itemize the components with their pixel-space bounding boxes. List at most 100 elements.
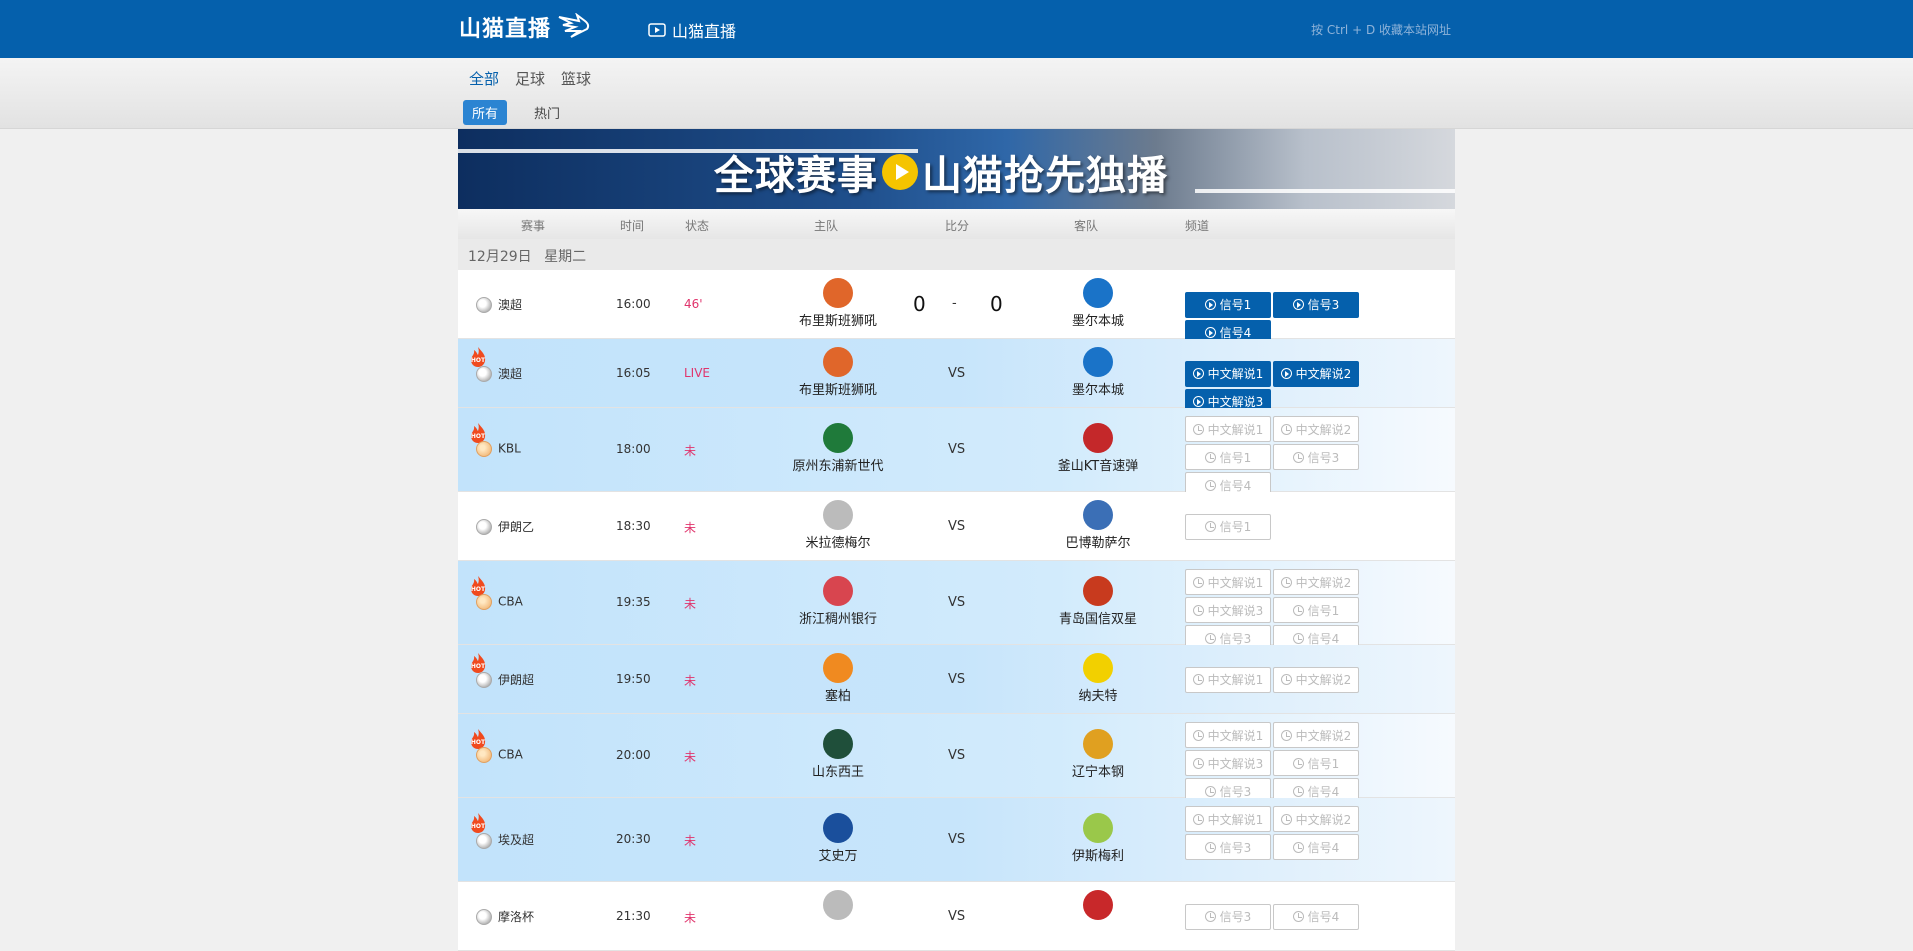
channel-button[interactable]: 信号3 [1185, 903, 1271, 930]
channel-button-label: 信号3 [1219, 784, 1252, 799]
site-logo[interactable]: 山猫直播 [459, 11, 591, 43]
channel-button[interactable]: 中文解说2 [1273, 666, 1359, 693]
channel-button[interactable]: 信号4 [1273, 903, 1359, 930]
clock-icon [1204, 911, 1216, 922]
channel-button[interactable]: 信号3 [1273, 291, 1359, 318]
away-team[interactable]: 辽宁本钢 [1018, 729, 1178, 780]
match-row[interactable]: HOT 埃及超 20:30 未 艾史万 VS 伊斯梅利 中文解说1 中文解说2 信号3… [458, 798, 1455, 882]
date-day: 12月29日 [468, 249, 532, 265]
tab-basketball[interactable]: 篮球 [561, 68, 591, 89]
tab-football[interactable]: 足球 [515, 68, 545, 89]
vs-label: VS [948, 518, 966, 534]
channel-button[interactable]: 中文解说2 [1273, 360, 1359, 387]
away-team[interactable]: 纳夫特 [1018, 652, 1178, 704]
league[interactable]: CBA [476, 747, 523, 763]
channel-button-label: 信号1 [1219, 450, 1252, 465]
match-row[interactable]: HOT KBL 18:00 未 原州东浦新世代 VS 釜山KT音速弹 中文解说1 中文… [458, 408, 1455, 498]
away-team[interactable]: 墨尔本城 [1018, 277, 1178, 329]
channel-button[interactable]: 信号4 [1273, 834, 1359, 860]
channel-button[interactable]: 中文解说1 [1185, 806, 1271, 832]
table-header: 赛事 时间 状态 主队 比分 客队 频道 [458, 209, 1455, 239]
match-row[interactable]: HOT CBA 19:35 未 浙江稠州银行 VS 青岛国信双星 中文解说1 中文解说… [458, 561, 1455, 651]
clock-icon [1192, 423, 1204, 435]
match-row[interactable]: HOT 伊朗超 19:50 未 塞柏 VS 纳夫特 中文解说1 中文解说2 [458, 645, 1455, 714]
league[interactable]: 摩洛杯 [476, 908, 535, 925]
league[interactable]: KBL [476, 441, 521, 457]
match-row[interactable]: HOT CBA 20:00 未 山东西王 VS 辽宁本钢 中文解说1 中文解说2 中文… [458, 714, 1455, 804]
channel-button[interactable]: 中文解说1 [1185, 666, 1271, 693]
channel-button[interactable]: 中文解说2 [1273, 806, 1359, 832]
away-team[interactable]: 伊斯梅利 [1018, 813, 1178, 864]
league-name: 摩洛杯 [498, 909, 535, 924]
channel-button[interactable]: 中文解说2 [1273, 416, 1359, 442]
channel-button[interactable]: 中文解说2 [1273, 569, 1359, 595]
home-team[interactable]: 山东西王 [758, 729, 918, 780]
channel-button-label: 中文解说1 [1207, 812, 1264, 827]
home-team[interactable]: 原州东浦新世代 [758, 423, 918, 474]
home-team[interactable]: 浙江稠州银行 [758, 576, 918, 627]
home-team[interactable]: 米拉德梅尔 [758, 499, 918, 551]
match-status: LIVE [684, 365, 711, 380]
away-team[interactable] [1018, 889, 1178, 922]
channel-button[interactable]: 信号1 [1273, 597, 1359, 623]
filter-hot[interactable]: 热门 [525, 100, 569, 125]
filter-pills: 所有 热门 [463, 100, 569, 125]
match-list: 澳超 16:00 46' 布里斯班狮吼 0 - 0 墨尔本城 信号1 信号3 信号4 HO… [458, 270, 1455, 951]
channel-button[interactable]: 信号1 [1185, 444, 1271, 470]
league[interactable]: 埃及超 [476, 831, 534, 849]
league[interactable]: 伊朗超 [476, 671, 534, 688]
match-row[interactable]: 澳超 16:00 46' 布里斯班狮吼 0 - 0 墨尔本城 信号1 信号3 信号4 [458, 270, 1455, 346]
channel-button[interactable]: 信号3 [1185, 834, 1271, 860]
match-row[interactable]: 伊朗乙 18:30 未 米拉德梅尔 VS 巴博勒萨尔 信号1 [458, 492, 1455, 561]
channel-button[interactable]: 中文解说3 [1185, 750, 1271, 776]
match-row[interactable]: 摩洛杯 21:30 未 VS 信号3 信号4 [458, 882, 1455, 951]
home-team[interactable]: 布里斯班狮吼 [758, 346, 918, 398]
match-status: 未 [684, 444, 697, 458]
match-row[interactable]: HOT 澳超 16:05 LIVE 布里斯班狮吼 VS 墨尔本城 中文解说1 中文解说… [458, 339, 1455, 415]
football-icon [476, 366, 492, 382]
sub-nav: 全部 足球 篮球 所有 热门 [0, 58, 1913, 129]
match-time: 20:30 [616, 832, 651, 846]
away-team[interactable]: 巴博勒萨尔 [1018, 499, 1178, 551]
channel-button[interactable]: 信号1 [1185, 291, 1271, 318]
league[interactable]: CBA [476, 594, 523, 610]
league[interactable]: 伊朗乙 [476, 518, 534, 535]
channel-button[interactable]: 信号3 [1273, 444, 1359, 470]
channel-button[interactable]: 中文解说2 [1273, 722, 1359, 748]
date-weekday: 星期二 [544, 249, 587, 265]
channel-button-label: 信号3 [1307, 298, 1340, 312]
away-team[interactable]: 青岛国信双星 [1018, 576, 1178, 627]
channel-button[interactable]: 中文解说1 [1185, 722, 1271, 748]
football-icon [476, 832, 492, 849]
home-team[interactable]: 布里斯班狮吼 [758, 277, 918, 329]
channel-button[interactable]: 中文解说1 [1185, 360, 1271, 387]
live-link[interactable]: 山猫直播 [648, 18, 736, 42]
away-team[interactable]: 墨尔本城 [1018, 346, 1178, 398]
channel-button-label: 信号3 [1219, 910, 1252, 924]
clock-icon [1204, 785, 1216, 797]
channel-button[interactable]: 中文解说3 [1185, 597, 1271, 623]
match-status: 未 [684, 673, 697, 688]
channel-button[interactable]: 信号1 [1273, 750, 1359, 776]
home-team[interactable] [758, 889, 918, 922]
play-icon [1192, 396, 1204, 407]
home-team[interactable]: 艾史万 [758, 813, 918, 864]
home-team[interactable]: 塞柏 [758, 652, 918, 704]
league[interactable]: 澳超 [476, 365, 522, 382]
away-team-logo-icon [1083, 652, 1113, 683]
channel-button-label: 信号3 [1219, 631, 1252, 646]
channel-button[interactable]: 中文解说1 [1185, 569, 1271, 595]
channel-button-label: 中文解说2 [1295, 728, 1352, 743]
tab-all[interactable]: 全部 [469, 68, 499, 89]
channel-button[interactable]: 信号1 [1185, 513, 1271, 540]
league-name: CBA [498, 747, 523, 762]
league[interactable]: 澳超 [476, 296, 522, 313]
away-team[interactable]: 釜山KT音速弹 [1018, 423, 1178, 474]
football-icon [476, 672, 492, 688]
live-link-label: 山猫直播 [672, 22, 737, 41]
promo-banner[interactable]: 全球赛事 山猫抢先独播 [458, 129, 1455, 209]
away-team-logo-icon [1083, 889, 1113, 920]
channel-button[interactable]: 中文解说1 [1185, 416, 1271, 442]
home-team-logo-icon [823, 499, 853, 530]
filter-all[interactable]: 所有 [463, 100, 508, 125]
